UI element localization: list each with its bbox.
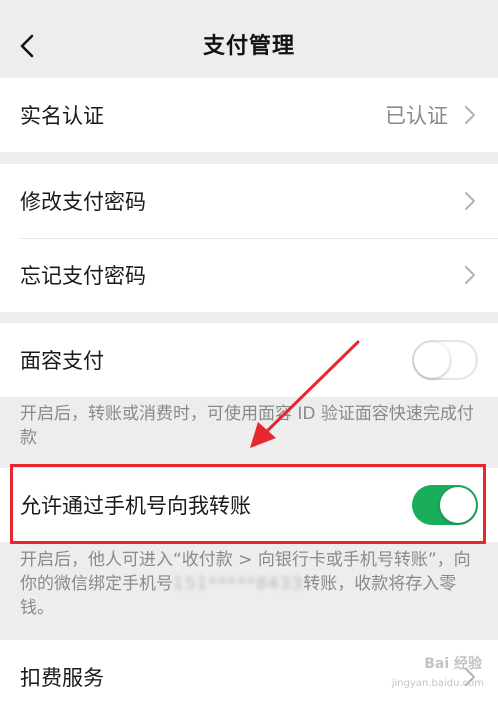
phone-transfer-description: 开启后，他人可进入“收付款 > 向银行卡或手机号转账”，向你的微信绑定手机号15…: [20, 548, 478, 620]
chevron-right-icon: [465, 266, 475, 284]
face-pay-label: 面容支付: [20, 349, 104, 373]
identity-verification-row[interactable]: 实名认证 已认证: [0, 78, 498, 152]
chevron-right-icon: [465, 106, 475, 124]
forgot-password-row[interactable]: 忘记支付密码: [0, 238, 498, 312]
watermark-url: jingyan.baidu.com: [391, 678, 484, 689]
baidu-watermark: Bai 经验 jingyan.baidu.com: [382, 656, 492, 697]
deduction-service-label: 扣费服务: [20, 666, 104, 690]
payment-management-page: 支付管理 实名认证 已认证 修改支付密码 忘记支付密码 面容支付 开启后，转账或…: [0, 0, 498, 703]
identity-group: 实名认证 已认证: [0, 78, 498, 152]
chevron-right-icon: [465, 192, 475, 210]
forgot-password-label: 忘记支付密码: [20, 264, 146, 288]
change-password-label: 修改支付密码: [20, 190, 146, 214]
identity-verification-label: 实名认证: [20, 104, 104, 128]
highlight-box: [10, 464, 486, 544]
watermark-text: Bai 经验: [424, 656, 482, 672]
password-group: 修改支付密码 忘记支付密码: [0, 164, 498, 312]
masked-phone-number: 151*****8433: [173, 574, 304, 594]
toggle-knob: [414, 342, 450, 378]
face-pay-row: 面容支付: [0, 323, 498, 397]
face-pay-description: 开启后，转账或消费时，可使用面容 ID 验证面容快速完成付款: [20, 404, 474, 448]
face-pay-toggle[interactable]: [412, 340, 478, 380]
page-title: 支付管理: [202, 34, 295, 59]
nav-bar: 支付管理: [0, 0, 498, 86]
face-pay-group: 面容支付: [0, 323, 498, 397]
change-password-row[interactable]: 修改支付密码: [0, 164, 498, 238]
identity-status: 已认证: [385, 104, 448, 128]
